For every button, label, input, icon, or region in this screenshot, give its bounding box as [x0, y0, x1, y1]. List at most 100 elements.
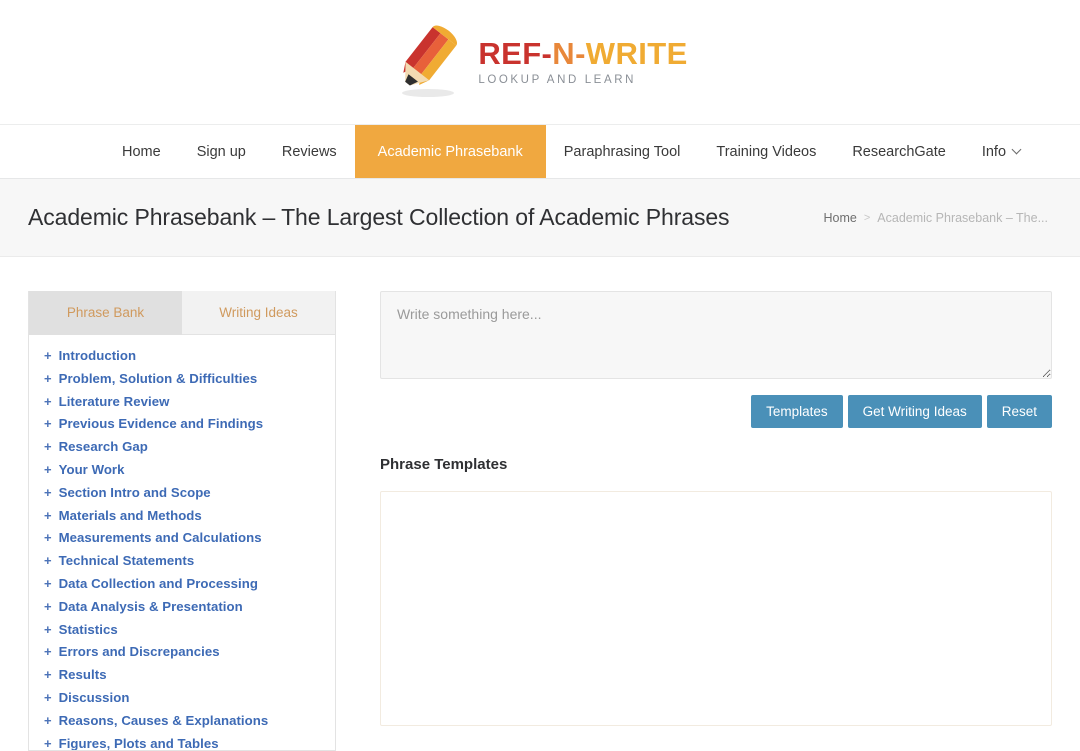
list-item[interactable]: + Problem, Solution & Difficulties: [29, 371, 335, 394]
category-label: Problem, Solution & Difficulties: [58, 370, 258, 386]
logo-title: REF-N-WRITE: [478, 38, 687, 69]
tab-label: Writing Ideas: [219, 305, 298, 320]
expand-icon: +: [44, 416, 52, 432]
phrase-templates-results-panel[interactable]: [380, 491, 1052, 726]
page-title-bar: Academic Phrasebank – The Largest Collec…: [0, 179, 1080, 257]
logo-tagline: LOOKUP AND LEARN: [478, 74, 637, 86]
list-item[interactable]: + Results: [29, 667, 335, 690]
list-item[interactable]: + Figures, Plots and Tables: [29, 735, 335, 751]
list-item[interactable]: + Section Intro and Scope: [29, 485, 335, 508]
nav-label: Academic Phrasebank: [377, 143, 523, 160]
expand-icon: +: [44, 507, 52, 523]
pencil-icon: [402, 25, 458, 97]
templates-button[interactable]: Templates: [751, 395, 843, 428]
logo-title-part-4: WRITE: [585, 36, 688, 71]
expand-icon: +: [44, 348, 52, 363]
nav-label: Home: [122, 143, 161, 160]
nav-label: Info: [981, 143, 1007, 160]
category-label: Previous Evidence and Findings: [58, 416, 264, 432]
tab-phrase-bank[interactable]: Phrase Bank: [29, 291, 182, 335]
nav-label: Sign up: [196, 143, 246, 160]
list-item[interactable]: + Statistics: [29, 622, 335, 645]
category-label: Results: [58, 667, 107, 683]
category-label: Figures, Plots and Tables: [58, 735, 219, 751]
list-item[interactable]: + Discussion: [29, 690, 335, 713]
list-item[interactable]: + Data Collection and Processing: [29, 576, 335, 599]
expand-icon: +: [44, 598, 52, 614]
list-item[interactable]: + Research Gap: [29, 439, 335, 462]
expand-icon: +: [44, 439, 52, 455]
list-item[interactable]: + Previous Evidence and Findings: [29, 416, 335, 439]
action-button-row: Templates Get Writing Ideas Reset: [380, 395, 1052, 428]
nav-item-info[interactable]: Info: [964, 125, 1038, 178]
category-label: Your Work: [58, 461, 125, 477]
expand-icon: +: [44, 712, 52, 728]
phrase-category-list: + Introduction + Problem, Solution & Diffi…: [29, 335, 335, 751]
nav-item-academic-phrasebank[interactable]: Academic Phrasebank: [354, 125, 546, 178]
text-input-area[interactable]: [380, 291, 1052, 379]
tab-writing-ideas[interactable]: Writing Ideas: [182, 291, 335, 335]
breadcrumb-current: Academic Phrasebank – The...: [877, 210, 1048, 225]
nav-item-sign-up[interactable]: Sign up: [179, 125, 264, 178]
category-label: Errors and Discrepancies: [58, 644, 220, 660]
breadcrumb-separator-icon: >: [863, 211, 871, 224]
expand-icon: +: [44, 689, 52, 705]
tab-label: Phrase Bank: [66, 305, 145, 320]
sidebar-tabs: Phrase Bank Writing Ideas: [29, 291, 335, 335]
reset-button[interactable]: Reset: [986, 395, 1052, 428]
logo-title-part-1: REF-: [478, 36, 553, 71]
get-writing-ideas-button[interactable]: Get Writing Ideas: [847, 395, 982, 428]
category-label: Technical Statements: [58, 553, 195, 569]
nav-label: Paraphrasing Tool: [563, 143, 681, 160]
nav-item-paraphrasing-tool[interactable]: Paraphrasing Tool: [546, 125, 699, 178]
list-item[interactable]: + Literature Review: [29, 394, 335, 417]
category-label: Section Intro and Scope: [58, 484, 211, 500]
phrasebank-main: Templates Get Writing Ideas Reset Phrase…: [380, 291, 1052, 751]
nav-item-training-videos[interactable]: Training Videos: [698, 125, 834, 178]
breadcrumb-home-link[interactable]: Home: [824, 211, 857, 225]
phrase-sidebar: Phrase Bank Writing Ideas + Introduction …: [28, 291, 336, 751]
site-header: REF-N-WRITE LOOKUP AND LEARN: [0, 0, 1080, 124]
chevron-down-icon: [1011, 144, 1022, 155]
expand-icon: +: [44, 393, 52, 409]
expand-icon: +: [44, 370, 52, 386]
category-label: Introduction: [58, 348, 137, 363]
list-item[interactable]: + Errors and Discrepancies: [29, 644, 335, 667]
list-item[interactable]: + Technical Statements: [29, 553, 335, 576]
list-item[interactable]: + Measurements and Calculations: [29, 530, 335, 553]
category-label: Data Collection and Processing: [58, 575, 258, 591]
expand-icon: +: [44, 735, 52, 751]
nav-label: Training Videos: [716, 143, 817, 160]
list-item[interactable]: + Data Analysis & Presentation: [29, 599, 335, 622]
expand-icon: +: [44, 553, 52, 569]
list-item[interactable]: + Your Work: [29, 462, 335, 485]
list-item[interactable]: + Reasons, Causes & Explanations: [29, 713, 335, 736]
expand-icon: +: [44, 461, 52, 477]
expand-icon: +: [44, 667, 52, 683]
main-navigation: Home Sign up Reviews Academic Phrasebank…: [0, 124, 1080, 179]
expand-icon: +: [44, 644, 52, 660]
site-logo[interactable]: REF-N-WRITE LOOKUP AND LEARN: [392, 25, 687, 99]
category-label: Research Gap: [58, 439, 148, 455]
category-label: Reasons, Causes & Explanations: [58, 712, 269, 728]
logo-title-part-3: -: [575, 36, 586, 71]
expand-icon: +: [44, 621, 52, 637]
list-item[interactable]: + Introduction: [29, 348, 335, 371]
phrase-templates-heading: Phrase Templates: [380, 456, 508, 473]
nav-label: ResearchGate: [852, 143, 946, 160]
nav-item-researchgate[interactable]: ResearchGate: [834, 125, 964, 178]
nav-item-reviews[interactable]: Reviews: [264, 125, 355, 178]
page-title: Academic Phrasebank – The Largest Collec…: [28, 204, 730, 230]
expand-icon: +: [44, 530, 52, 546]
category-label: Measurements and Calculations: [58, 530, 262, 546]
content-area: Phrase Bank Writing Ideas + Introduction …: [0, 257, 1080, 751]
expand-icon: +: [44, 484, 52, 500]
logo-title-part-2: N: [552, 36, 576, 71]
nav-label: Reviews: [281, 143, 337, 160]
category-label: Discussion: [58, 689, 130, 705]
breadcrumb: Home > Academic Phrasebank – The...: [824, 211, 1048, 225]
list-item[interactable]: + Materials and Methods: [29, 508, 335, 531]
logo-wordmark: REF-N-WRITE LOOKUP AND LEARN: [478, 38, 687, 86]
category-label: Statistics: [58, 621, 118, 637]
nav-item-home[interactable]: Home: [104, 125, 179, 178]
